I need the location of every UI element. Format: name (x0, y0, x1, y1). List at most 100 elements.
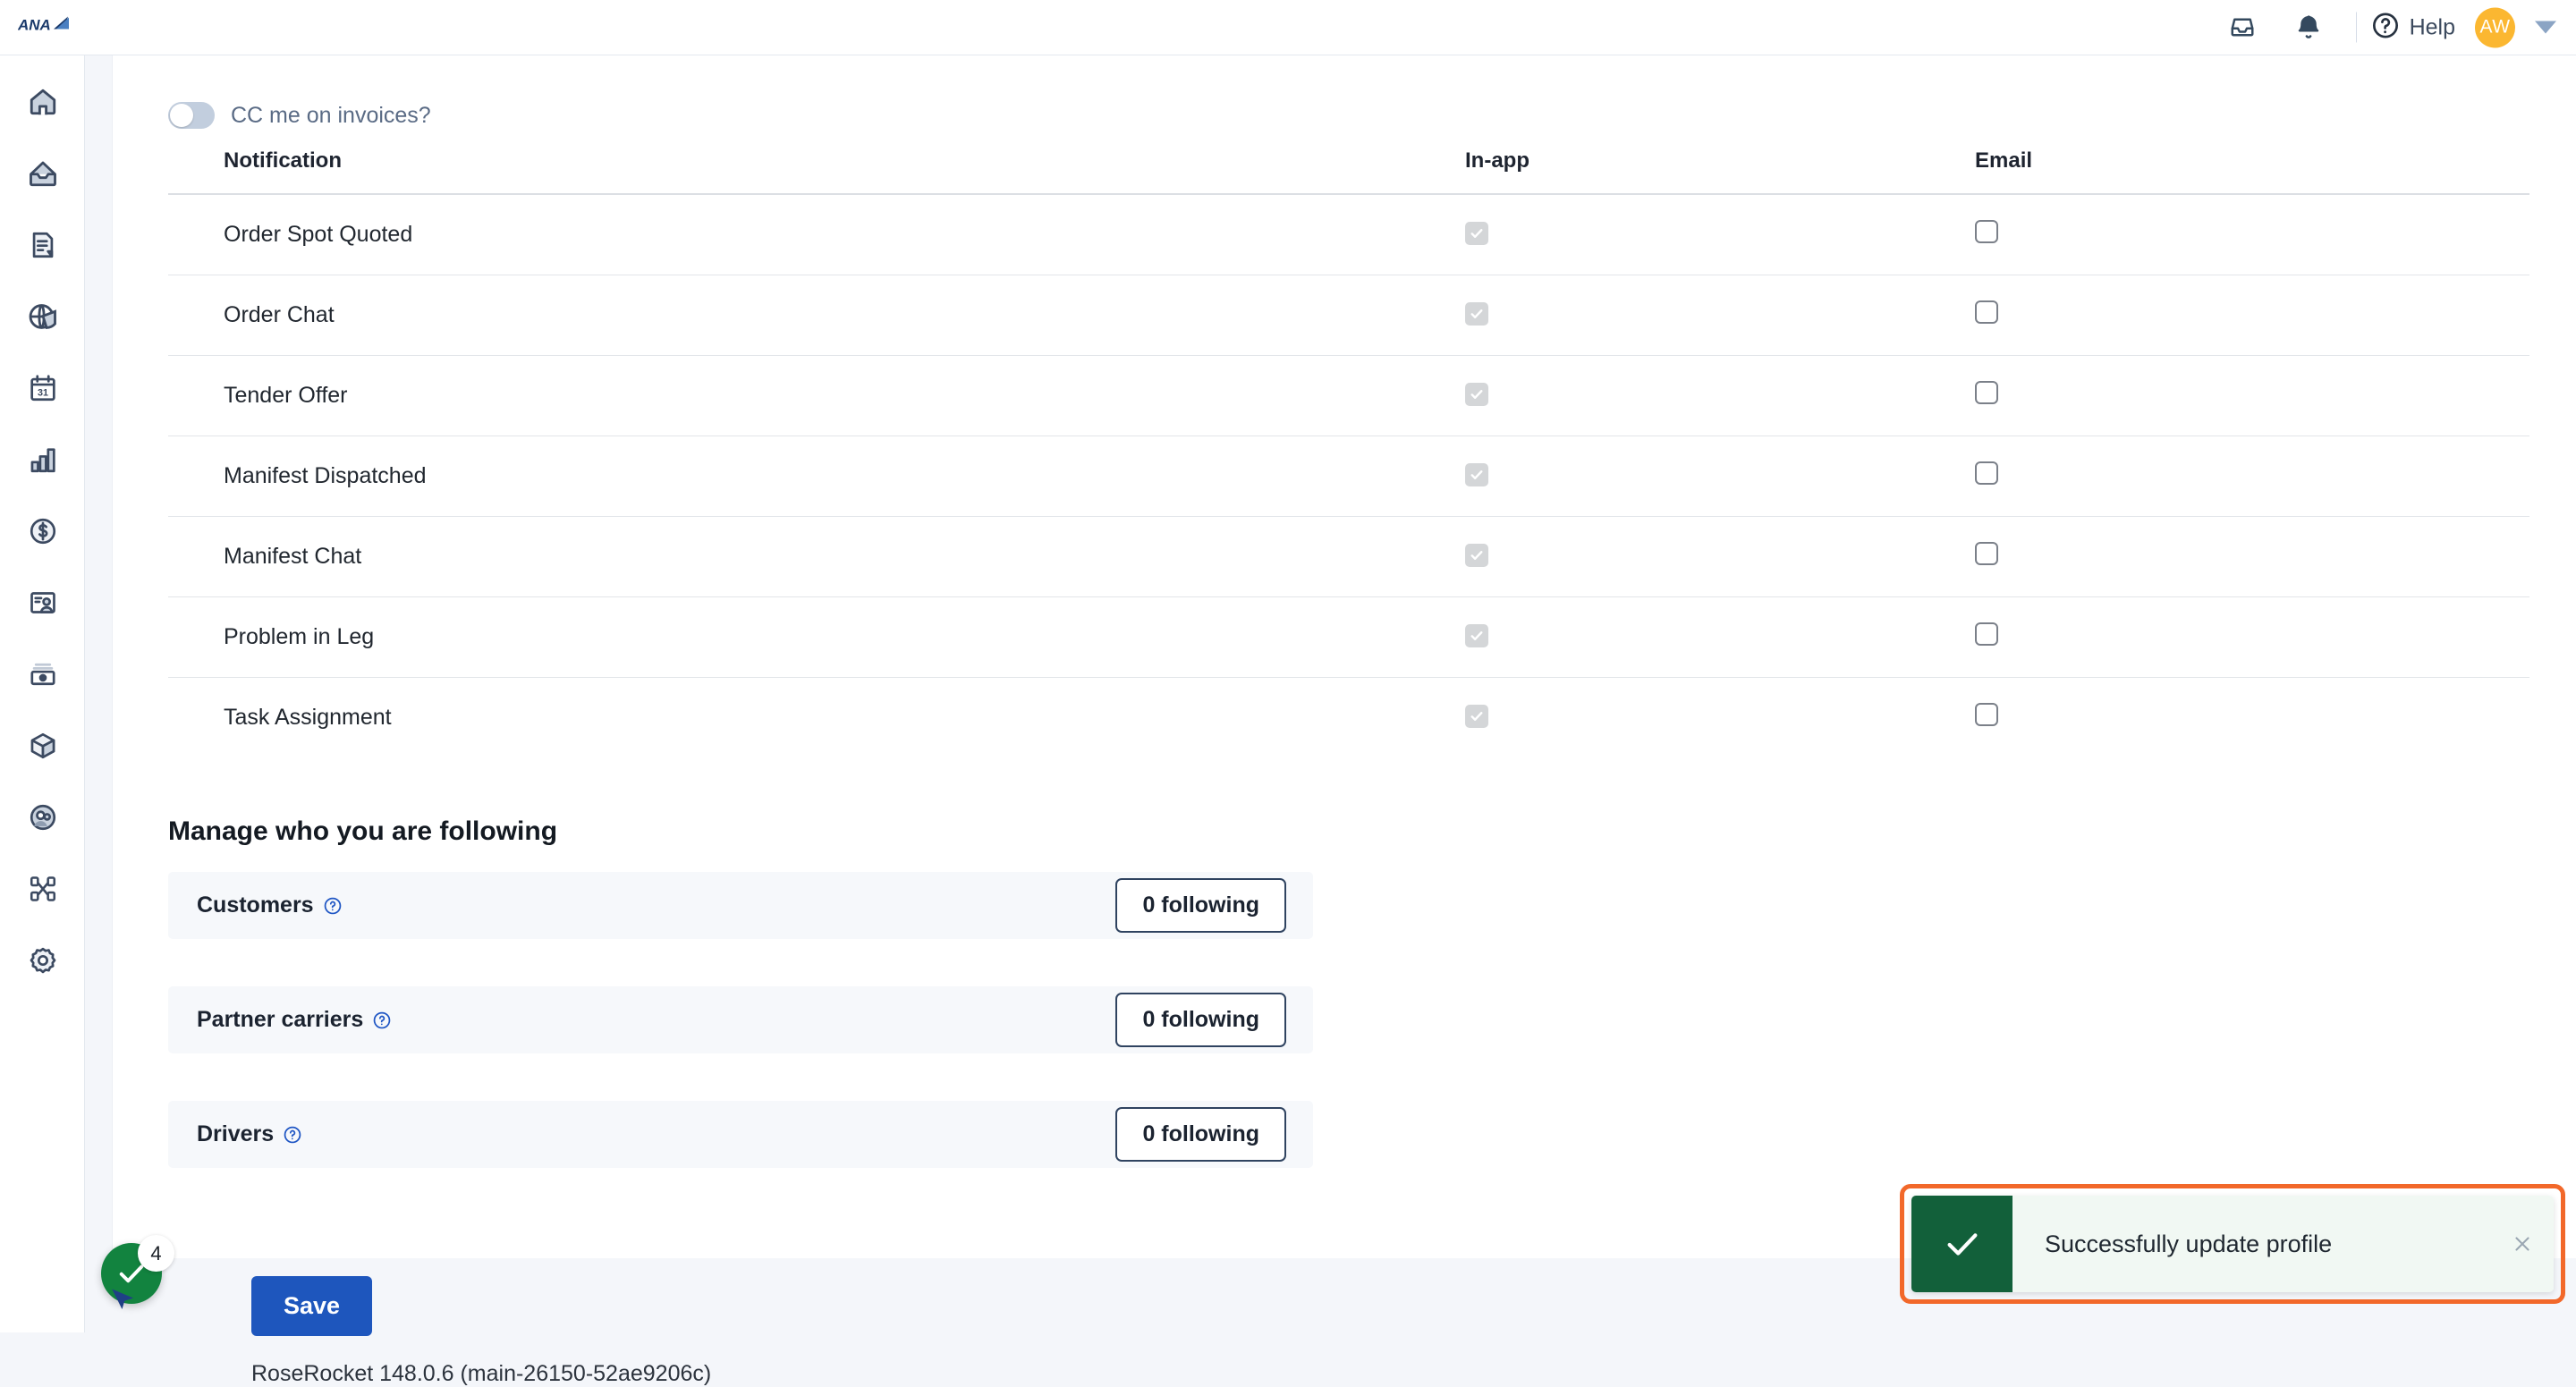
svg-text:ANA: ANA (18, 16, 51, 33)
email-checkbox-cell (1975, 355, 2529, 436)
email-checkbox-cell (1975, 596, 2529, 678)
check-icon (1470, 551, 1483, 560)
email-checkbox[interactable] (1975, 542, 1998, 565)
notification-name: Manifest Dispatched (168, 436, 1465, 517)
in-app-checkbox-checked (1465, 705, 1488, 728)
in-app-checkbox-checked (1465, 544, 1488, 567)
email-checkbox[interactable] (1975, 461, 1998, 485)
toast-message: Successfully update profile (2045, 1230, 2333, 1257)
in-app-checkbox-cell (1465, 596, 1975, 678)
page-background: CC me on invoices? Notification In-app E… (85, 55, 2576, 1386)
email-checkbox[interactable] (1975, 622, 1998, 646)
header-divider (2355, 12, 2357, 43)
in-app-checkbox-checked (1465, 463, 1488, 486)
email-checkbox[interactable] (1975, 300, 1998, 324)
following-label: Partner carriers (197, 1007, 364, 1032)
check-icon (1947, 1233, 1977, 1256)
inbox-icon[interactable] (2209, 14, 2275, 41)
sidebar-item-billing[interactable] (0, 495, 85, 567)
left-sidebar: 31 (0, 55, 85, 1332)
sidebar-item-globe[interactable] (0, 281, 85, 352)
following-list: Customers 0 following Partner carriers 0 fo… (113, 872, 2576, 1168)
following-label: Customers (197, 892, 314, 918)
in-app-checkbox-checked (1465, 624, 1488, 647)
close-icon[interactable] (2511, 1232, 2534, 1256)
page-title: Manage who you are following (168, 816, 558, 846)
avatar[interactable]: AW (2475, 7, 2515, 47)
table-row: Task Assignment (168, 677, 2529, 757)
email-checkbox-cell (1975, 275, 2529, 356)
in-app-checkbox-cell (1465, 275, 1975, 356)
table-row: Order Spot Quoted (168, 193, 2529, 275)
save-button[interactable]: Save (251, 1276, 373, 1336)
check-icon (1470, 712, 1483, 721)
sidebar-item-contacts[interactable] (0, 567, 85, 639)
check-icon (1470, 309, 1483, 318)
bell-icon[interactable] (2275, 13, 2342, 42)
question-circle-icon[interactable] (372, 1011, 392, 1030)
in-app-checkbox-checked (1465, 302, 1488, 326)
table-body: Order Spot Quoted Order Chat Tender Offer M… (168, 193, 2529, 757)
question-circle-icon[interactable] (283, 1125, 302, 1145)
sidebar-item-document[interactable] (0, 209, 85, 281)
following-card: Partner carriers 0 following (168, 986, 1313, 1053)
toggle-knob (170, 104, 193, 127)
email-checkbox[interactable] (1975, 703, 1998, 726)
cc-invoices-toggle[interactable] (168, 102, 215, 129)
notification-name: Manifest Chat (168, 516, 1465, 597)
email-checkbox-cell (1975, 516, 2529, 597)
sidebar-item-settings[interactable] (0, 925, 85, 996)
email-checkbox[interactable] (1975, 220, 1998, 243)
ana-logo[interactable]: ANA (17, 14, 70, 40)
sidebar-item-inbox[interactable] (0, 138, 85, 209)
following-label-group: Drivers (197, 1121, 302, 1147)
table-row: Manifest Chat (168, 516, 2529, 597)
notification-name: Order Chat (168, 275, 1465, 356)
following-label-group: Partner carriers (197, 1007, 392, 1033)
toast-notification: Successfully update profile (1911, 1196, 2554, 1292)
in-app-checkbox-cell (1465, 436, 1975, 517)
in-app-checkbox-cell (1465, 677, 1975, 757)
toast-body: Successfully update profile (2012, 1196, 2554, 1292)
notification-name: Order Spot Quoted (168, 193, 1465, 275)
following-count-button[interactable]: 0 following (1115, 1107, 1286, 1162)
in-app-checkbox-cell (1465, 516, 1975, 597)
sidebar-item-team[interactable] (0, 782, 85, 853)
table-row: Order Chat (168, 275, 2529, 356)
version-label: RoseRocket 148.0.6 (main-26150-52ae9206c… (251, 1361, 712, 1386)
notification-name: Tender Offer (168, 355, 1465, 436)
fab-badge-count: 4 (138, 1235, 174, 1272)
column-header-email: Email (1975, 148, 2033, 173)
sidebar-item-archive[interactable] (0, 639, 85, 710)
in-app-checkbox-checked (1465, 383, 1488, 406)
following-count-button[interactable]: 0 following (1115, 993, 1286, 1047)
table-header-row: Notification In-app Email (168, 148, 2529, 194)
sidebar-item-network[interactable] (0, 853, 85, 925)
check-icon (1470, 390, 1483, 399)
table-head: Notification In-app Email (168, 148, 2529, 194)
toast-icon-panel (1911, 1196, 2012, 1292)
notification-name: Problem in Leg (168, 596, 1465, 678)
following-card: Customers 0 following (168, 872, 1313, 939)
cc-invoices-row: CC me on invoices? (113, 55, 2576, 129)
cc-invoices-label: CC me on invoices? (231, 102, 431, 128)
question-circle-icon[interactable] (323, 896, 343, 916)
sidebar-item-reports[interactable] (0, 424, 85, 495)
chevron-down-icon[interactable] (2535, 21, 2556, 34)
sidebar-item-home[interactable] (0, 66, 85, 138)
table-row: Manifest Dispatched (168, 436, 2529, 517)
mouse-cursor-icon (106, 1287, 133, 1318)
email-checkbox-cell (1975, 193, 2529, 275)
sidebar-item-inventory[interactable] (0, 710, 85, 782)
following-count-button[interactable]: 0 following (1115, 878, 1286, 933)
sidebar-item-calendar[interactable]: 31 (0, 352, 85, 424)
following-label: Drivers (197, 1121, 275, 1146)
check-icon (1470, 470, 1483, 479)
following-card: Drivers 0 following (168, 1101, 1313, 1168)
table-row: Problem in Leg (168, 596, 2529, 678)
settings-panel: CC me on invoices? Notification In-app E… (112, 55, 2576, 1386)
column-header-in-app: In-app (1465, 148, 1530, 173)
in-app-checkbox-checked (1465, 222, 1488, 245)
help-button[interactable]: Help (2371, 11, 2455, 44)
email-checkbox[interactable] (1975, 381, 1998, 404)
